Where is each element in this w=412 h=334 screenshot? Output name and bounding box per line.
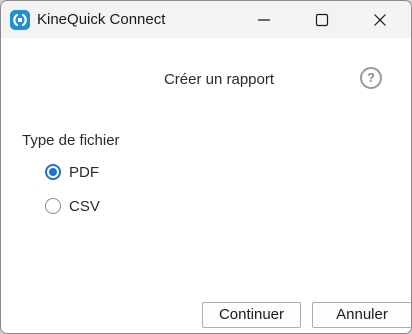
minimize-icon — [258, 19, 270, 21]
close-button[interactable] — [358, 1, 402, 38]
title-bar[interactable]: KineQuick Connect — [1, 1, 411, 38]
maximize-button[interactable] — [300, 1, 344, 38]
continue-button[interactable]: Continuer — [202, 302, 301, 328]
maximize-icon — [315, 13, 329, 27]
radio-csv[interactable] — [45, 198, 61, 214]
radio-pdf[interactable] — [45, 164, 61, 180]
minimize-button[interactable] — [242, 1, 286, 38]
help-button[interactable]: ? — [360, 67, 382, 89]
dialog-window: KineQuick Connect Créer un rapport ? Typ… — [0, 0, 412, 334]
file-type-label: Type de fichier — [22, 132, 120, 149]
radio-pdf-label[interactable]: PDF — [69, 164, 99, 181]
radio-csv-label[interactable]: CSV — [69, 198, 100, 215]
cancel-button[interactable]: Annuler — [312, 302, 411, 328]
app-logo-icon — [10, 10, 30, 30]
close-icon — [374, 14, 386, 26]
window-title: KineQuick Connect — [37, 11, 166, 28]
dialog-heading: Créer un rapport — [163, 71, 275, 88]
